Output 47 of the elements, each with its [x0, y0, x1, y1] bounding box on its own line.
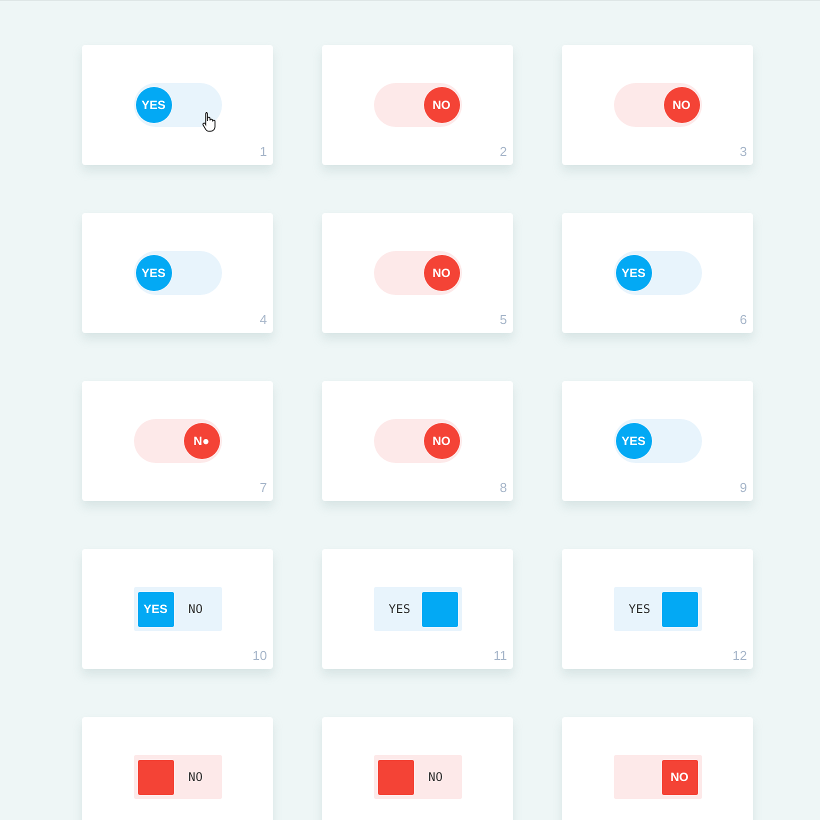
- toggle-switch[interactable]: YES: [374, 587, 462, 631]
- toggle-switch[interactable]: NO: [374, 419, 462, 463]
- toggle-knob: YES: [616, 423, 652, 459]
- toggle-switch[interactable]: YES: [614, 587, 702, 631]
- toggle-switch[interactable]: NO: [374, 83, 462, 127]
- toggle-switch[interactable]: N●: [134, 419, 222, 463]
- card-number: 1: [260, 142, 267, 160]
- toggle-knob: N●: [184, 423, 220, 459]
- toggle-switch[interactable]: NO: [614, 83, 702, 127]
- card-number: 8: [500, 478, 507, 496]
- toggle-label: NO: [187, 769, 204, 786]
- toggle-knob: [422, 592, 458, 626]
- card-number: 10: [252, 646, 267, 664]
- card-number: 4: [260, 310, 267, 328]
- card-number: 2: [500, 142, 507, 160]
- card-number: 9: [740, 478, 747, 496]
- toggle-knob: NO: [424, 255, 460, 291]
- toggle-switch[interactable]: NO: [134, 755, 222, 799]
- toggle-knob: [138, 760, 174, 794]
- toggle-switch[interactable]: YES NO: [134, 587, 222, 631]
- card-number: 11: [494, 646, 507, 664]
- toggle-switch[interactable]: NO: [374, 755, 462, 799]
- toggle-knob: YES: [616, 255, 652, 291]
- card-number: 5: [500, 310, 507, 328]
- toggle-switch[interactable]: YES: [614, 251, 702, 295]
- toggle-label: YES: [628, 601, 652, 618]
- toggle-knob: YES: [138, 592, 174, 626]
- toggle-switch[interactable]: NO: [614, 755, 702, 799]
- toggle-switch[interactable]: NO: [374, 251, 462, 295]
- toggle-knob: NO: [424, 87, 460, 123]
- toggle-knob: [378, 760, 414, 794]
- toggle-switch[interactable]: YES: [134, 83, 222, 127]
- card-number: 6: [740, 310, 747, 328]
- toggle-knob: NO: [662, 760, 698, 794]
- toggle-knob: NO: [424, 423, 460, 459]
- toggle-knob: [662, 592, 698, 626]
- card-number: 12: [732, 646, 747, 664]
- toggle-knob: NO: [664, 87, 700, 123]
- toggle-knob: YES: [136, 87, 172, 123]
- toggle-knob: YES: [136, 255, 172, 291]
- toggle-switch[interactable]: YES: [614, 419, 702, 463]
- toggle-label: YES: [388, 601, 412, 618]
- toggle-label: NO: [187, 601, 204, 618]
- toggle-switch[interactable]: YES: [134, 251, 222, 295]
- card-number: 3: [740, 142, 747, 160]
- card-number: 7: [260, 478, 267, 496]
- toggle-label: NO: [427, 769, 444, 786]
